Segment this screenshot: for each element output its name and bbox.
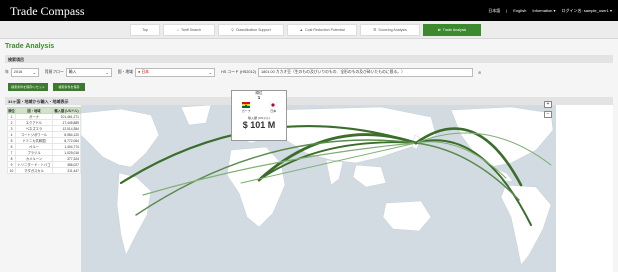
north-america	[450, 106, 554, 168]
trade-icon: ⇄	[437, 28, 441, 32]
zoom-in-button[interactable]: +	[544, 101, 552, 108]
tab-tariff-search[interactable]: ⌕ Tariff Search	[163, 24, 215, 36]
rank-cell: 10	[7, 167, 16, 174]
year-value: 2016	[13, 70, 23, 74]
nav-tabs: Top ⌕ Tariff Search ⚲ Classification Suppo…	[130, 24, 481, 36]
flow-value: 輸入	[68, 69, 77, 74]
right-margin	[556, 105, 613, 272]
hs-code-label: HS コード (HS2012)	[220, 69, 256, 74]
south-america-left	[116, 172, 152, 256]
col-rank-header: 順位	[7, 107, 16, 114]
south-america	[500, 184, 552, 266]
user-menu[interactable]: ログイン名: sample_user1 ▾	[562, 8, 612, 14]
tab-trade-analysis-label: Trade Analysis	[442, 28, 467, 32]
tab-top-label: Top	[142, 28, 148, 32]
classification-icon: ⚲	[231, 28, 234, 32]
help-icon[interactable]: ⊕	[478, 70, 481, 75]
country-cell: マダガスカル	[15, 167, 53, 174]
top-bar: Trade Compass 日本語 | English Information …	[0, 0, 618, 21]
information-menu[interactable]: Information ▾	[532, 8, 555, 14]
save-conditions-button[interactable]: 検索条件を保存	[53, 83, 85, 91]
sourcing-icon: ☰	[373, 28, 377, 32]
button-row: 検索条件を保存/リセット 検索条件を保存	[8, 83, 85, 91]
main-nav: Top ⌕ Tariff Search ⚲ Classification Suppo…	[0, 21, 618, 39]
country-cell: コートジボワール	[15, 131, 53, 138]
lang-japanese-link[interactable]: 日本語	[488, 8, 500, 14]
japan-flag-icon	[268, 102, 277, 108]
world-map[interactable]	[81, 105, 556, 272]
lang-separator: |	[506, 8, 508, 13]
hs-code-input[interactable]: 1801.00 カカオ豆（生のもの及びいりのもの、全形のもの及び砕いたものに限る…	[258, 67, 473, 77]
tooltip-value: $ 101 M	[242, 120, 276, 130]
ranking-table: 順位 国・地域 輸入額 (USドル) 1 ガーナ 101,461,271 2 エクアドル…	[7, 107, 81, 174]
tab-cost-reduction-label: Cost Reduction Potential	[305, 28, 345, 32]
trade-tooltip: 順位 1 ガーナ 日本 輸入額 (USドル) $ 101 M	[231, 90, 287, 141]
chevron-down-icon: ⌄	[208, 70, 212, 75]
hs-code-value: 1801.00 カカオ豆（生のもの及びいりのもの、全形のもの及び砕いたものに限る…	[261, 69, 405, 74]
tooltip-flags	[232, 102, 286, 108]
zoom-out-button[interactable]: −	[544, 111, 552, 118]
chevron-down-icon: ⌄	[105, 70, 109, 75]
lang-english-link[interactable]: English	[513, 8, 526, 14]
north-america-left	[81, 108, 160, 168]
flow-label: 貿易フロー	[44, 69, 64, 74]
filter-row: 年 2016 ⌄ 貿易フロー 輸入 ⌄ 国・地域 ● 日本 ⌄ HS コード (HS2…	[5, 66, 613, 78]
japan-marker[interactable]	[414, 141, 418, 145]
tab-sourcing-label: Sourcing Analysis	[378, 28, 407, 32]
southeast-asia	[352, 164, 387, 188]
tab-classification-support[interactable]: ⚲ Classification Support	[218, 24, 284, 36]
tooltip-to: 日本	[270, 109, 277, 113]
map-svg	[81, 105, 554, 266]
search-icon: ⌕	[176, 28, 179, 32]
value-cell: 211,447	[52, 167, 81, 174]
app-logo[interactable]: Trade Compass	[10, 4, 85, 19]
country-value: ● 日本	[137, 69, 149, 74]
tab-tariff-search-label: Tariff Search	[180, 28, 202, 32]
save-reset-button[interactable]: 検索条件を保存/リセット	[8, 83, 48, 91]
tab-sourcing-analysis[interactable]: ☰ Sourcing Analysis	[360, 24, 420, 36]
results-panel-header: 34ヶ国・地域から輸入・地域表示	[5, 97, 613, 105]
flow-select[interactable]: 輸入 ⌄	[65, 67, 112, 77]
table-body: 1 ガーナ 101,461,271 2 エクアドル 17,445,889 3 ベネズエラ 12,…	[7, 113, 81, 174]
table-row[interactable]: 10 マダガスカル 211,447	[7, 167, 81, 174]
tab-classification-label: Classification Support	[235, 28, 271, 32]
africa	[226, 146, 286, 228]
tab-top[interactable]: Top	[130, 24, 160, 36]
header-links: 日本語 | English Information ▾ ログイン名: sampl…	[488, 8, 612, 14]
tooltip-rank: 1	[257, 94, 261, 100]
tooltip-rank-block: 順位 1	[232, 91, 286, 100]
india	[325, 159, 344, 186]
australia	[382, 200, 432, 232]
tab-cost-reduction[interactable]: ▲ Cost Reduction Potential	[287, 24, 357, 36]
chevron-down-icon: ⌄	[32, 70, 36, 75]
country-cell: トリニダード・トバゴ	[15, 161, 53, 168]
year-select[interactable]: 2016 ⌄	[10, 67, 39, 77]
col-value-header: 輸入額 (USドル)	[52, 107, 81, 114]
country-select[interactable]: ● 日本 ⌄	[134, 67, 215, 77]
year-label: 年	[5, 69, 9, 74]
greenland	[180, 105, 212, 126]
tooltip-country-names: ガーナ 日本	[232, 109, 286, 113]
tooltip-from: ガーナ	[241, 109, 251, 113]
ghana-flag-icon	[241, 102, 250, 108]
land-masses	[81, 105, 554, 266]
page-title: Trade Analysis	[5, 43, 55, 50]
cost-icon: ▲	[299, 28, 303, 32]
tab-trade-analysis[interactable]: ⇄ Trade Analysis	[423, 24, 481, 36]
country-label: 国・地域	[117, 69, 133, 74]
filter-section-header: 検索項目	[5, 55, 613, 63]
